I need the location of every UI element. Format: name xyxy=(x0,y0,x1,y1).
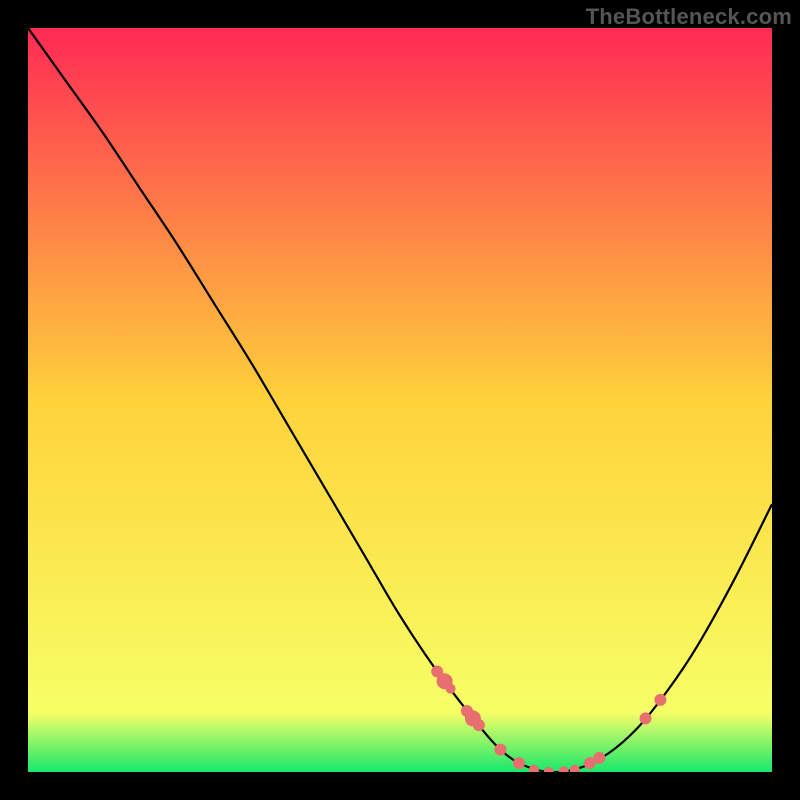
data-marker xyxy=(513,757,525,769)
data-marker xyxy=(494,744,506,756)
data-marker xyxy=(473,719,485,731)
data-marker xyxy=(570,765,580,775)
data-marker xyxy=(446,684,456,694)
watermark-text: TheBottleneck.com xyxy=(586,4,792,30)
plot-area xyxy=(28,28,772,772)
chart-container: TheBottleneck.com xyxy=(0,0,800,800)
chart-svg xyxy=(0,0,800,800)
data-marker xyxy=(640,712,652,724)
data-marker xyxy=(544,767,554,777)
data-marker xyxy=(654,694,666,706)
data-marker xyxy=(593,752,605,764)
data-marker xyxy=(559,766,569,776)
data-marker xyxy=(529,765,539,775)
